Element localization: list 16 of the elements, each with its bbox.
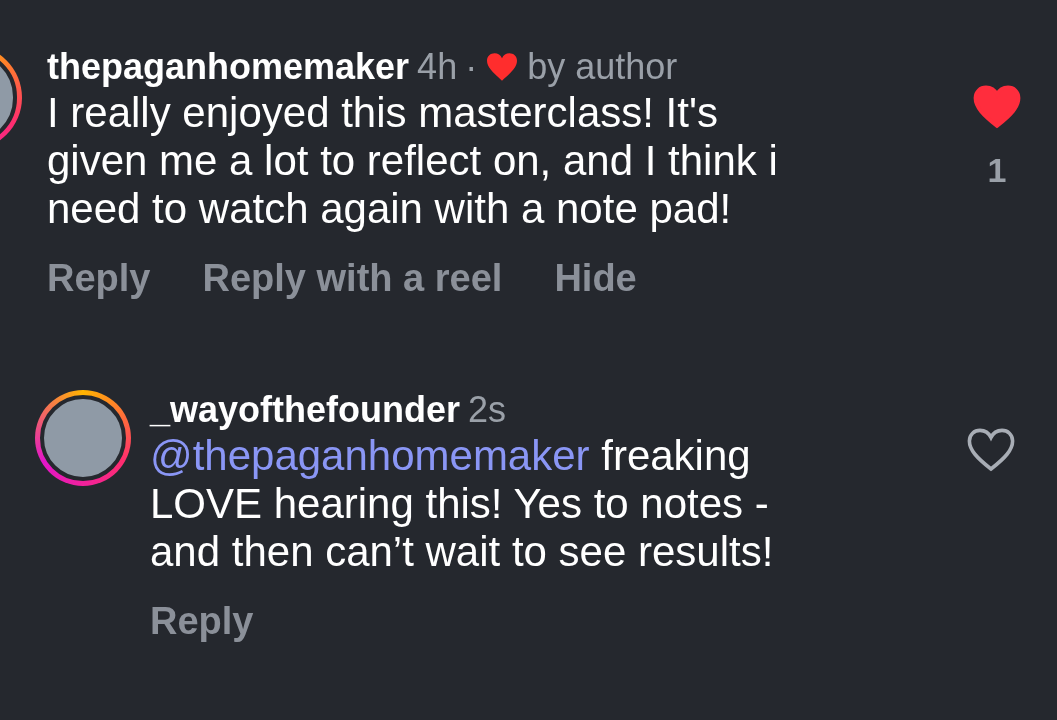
username[interactable]: _wayofthefounder xyxy=(150,389,461,431)
heart-icon[interactable] xyxy=(967,428,1015,472)
action-link[interactable]: Hide xyxy=(554,257,637,300)
username[interactable]: thepaganhomemaker xyxy=(47,46,410,88)
timestamp: 2s xyxy=(468,389,507,431)
action-link[interactable]: Reply xyxy=(47,257,151,300)
separator-dot: · xyxy=(465,46,478,88)
action-link[interactable]: Reply with a reel xyxy=(202,257,503,300)
like-count: 1 xyxy=(987,151,1007,190)
by-author-label: by author xyxy=(527,46,678,88)
action-link[interactable]: Reply xyxy=(150,600,254,643)
heart-icon[interactable] xyxy=(973,85,1021,129)
comment-text: @thepaganhomemaker freaking LOVE hearing this! Yes to notes - and then can’t wait to see results! xyxy=(150,432,775,576)
mention-link[interactable]: @thepaganhomemaker xyxy=(150,432,590,479)
timestamp: 4h xyxy=(417,46,458,88)
comment-text: I really enjoyed this masterclass! It's given me a lot to reflect on, and I think i need to watch again with a note pad! xyxy=(47,89,779,233)
